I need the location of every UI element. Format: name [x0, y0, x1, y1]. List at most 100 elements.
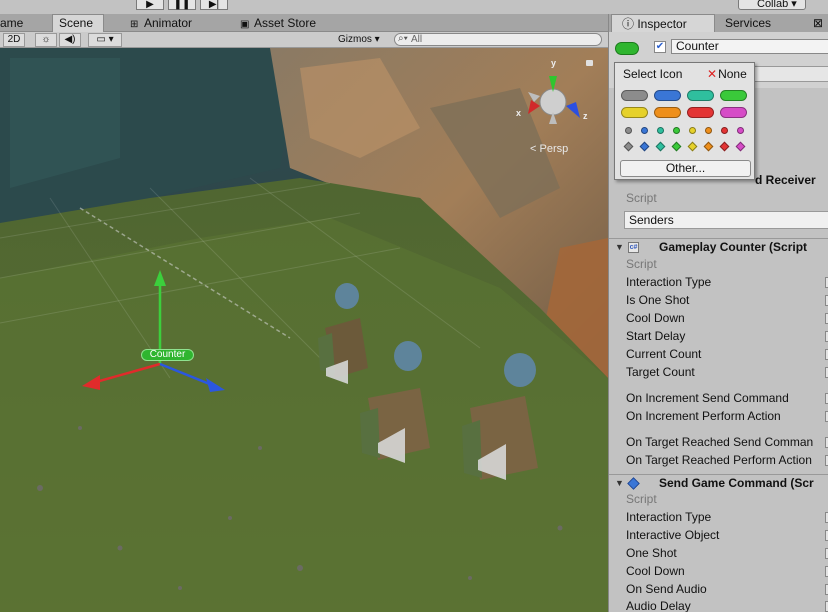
- tab-game[interactable]: ame: [0, 15, 29, 32]
- scene-viewport[interactable]: y x z < Persp Counter: [0, 48, 608, 612]
- tab-scene[interactable]: Scene: [52, 14, 104, 32]
- effects-dropdown[interactable]: ▭ ▾: [88, 33, 122, 47]
- mode-2d-button[interactable]: 2D: [3, 33, 25, 47]
- diamond-icon-option[interactable]: [623, 141, 634, 152]
- object-name-value: Counter: [676, 39, 719, 53]
- sun-icon: ☼: [41, 34, 51, 45]
- collab-button[interactable]: Collab ▾: [738, 0, 806, 10]
- inspector-tabbar: ⓘ Inspector Services ⊠: [609, 14, 828, 32]
- label-color-swatch[interactable]: [621, 90, 648, 101]
- tab-services[interactable]: Services: [715, 14, 771, 32]
- tab-animator[interactable]: ⊞ Animator: [124, 15, 198, 32]
- tab-asset-store[interactable]: ▣ Asset Store: [234, 15, 322, 32]
- play-toolbar: ▶ ❚❚ ▶| Collab ▾: [0, 0, 828, 14]
- dot-icon-option[interactable]: [625, 127, 632, 134]
- send-game-command-header[interactable]: ▼ Send Game Command (Scr: [609, 474, 828, 492]
- diamond-icon-option[interactable]: [655, 141, 666, 152]
- senders-field[interactable]: Senders: [624, 211, 828, 229]
- projection-label: Persp: [539, 143, 569, 155]
- object-name-field[interactable]: Counter: [671, 39, 828, 54]
- selected-object-label[interactable]: Counter: [141, 349, 194, 361]
- dot-icon-option[interactable]: [657, 127, 664, 134]
- send-game-command-title: Send Game Command (Scr: [659, 476, 814, 490]
- tab-asset-store-label: Asset Store: [254, 16, 317, 30]
- diamond-icon-option[interactable]: [703, 141, 714, 152]
- collab-label: Collab: [757, 0, 789, 10]
- info-icon: ⓘ: [622, 17, 638, 31]
- pause-button[interactable]: ❚❚: [168, 0, 196, 10]
- view-axis-x-label: x: [516, 108, 522, 118]
- active-checkbox[interactable]: ✔: [654, 41, 666, 53]
- none-label: None: [718, 67, 747, 81]
- field-label: Cool Down: [626, 564, 685, 578]
- label-color-swatch[interactable]: [654, 90, 681, 101]
- field-label: Interaction Type: [626, 275, 712, 289]
- play-icon: ▶: [146, 0, 154, 10]
- dot-icon-option[interactable]: [641, 127, 648, 134]
- scene-toolbar: 2D ☼ ◀) ▭ ▾ Gizmos ▾ ⌕▾ All: [0, 32, 608, 48]
- selected-object-name: Counter: [149, 349, 186, 360]
- diamond-icon-option[interactable]: [719, 141, 730, 152]
- senders-label: Senders: [629, 213, 674, 227]
- scene-search-input[interactable]: ⌕▾ All: [394, 33, 602, 46]
- field-label: On Target Reached Send Comman: [626, 435, 814, 449]
- diamond-icon-option[interactable]: [671, 141, 682, 152]
- other-icon-button[interactable]: Other...: [620, 160, 751, 177]
- select-icon-popup: Select Icon ✕None Other...: [614, 62, 755, 180]
- label-color-swatch[interactable]: [621, 107, 648, 118]
- projection-toggle[interactable]: < Persp: [530, 143, 568, 155]
- gameplay-counter-title: Gameplay Counter (Script: [659, 240, 808, 254]
- unity-editor: ▶ ❚❚ ▶| Collab ▾ ame Scene ⊞ Animator ▣ As…: [0, 0, 828, 612]
- field-label: Start Delay: [626, 329, 686, 343]
- foldout-arrow-icon[interactable]: ▼: [615, 239, 624, 256]
- tab-inspector[interactable]: ⓘ Inspector: [611, 14, 715, 32]
- dot-icon-option[interactable]: [673, 127, 680, 134]
- other-label: Other...: [665, 161, 706, 175]
- gameplay-counter-header[interactable]: ▼ c# Gameplay Counter (Script: [609, 238, 828, 256]
- diamond-icon-option[interactable]: [687, 141, 698, 152]
- dot-icon-option[interactable]: [689, 127, 696, 134]
- label-color-swatch[interactable]: [687, 90, 714, 101]
- receiver-script-label: Script: [626, 191, 657, 205]
- layer-dropdown[interactable]: [743, 66, 828, 82]
- object-icon-button[interactable]: [615, 42, 639, 55]
- tab-inspector-label: Inspector: [637, 17, 687, 31]
- search-icon: ⌕▾: [398, 33, 408, 44]
- label-color-swatch[interactable]: [687, 107, 714, 118]
- tab-animator-label: Animator: [144, 16, 193, 30]
- field-label: Is One Shot: [626, 293, 690, 307]
- gizmos-dropdown[interactable]: Gizmos ▾: [334, 33, 384, 47]
- lighting-toggle[interactable]: ☼: [35, 33, 57, 47]
- diamond-icon-option[interactable]: [735, 141, 746, 152]
- receiver-title: d Receiver: [755, 173, 816, 187]
- close-icon: ✕: [707, 67, 718, 81]
- label-color-swatch[interactable]: [720, 90, 747, 101]
- field-label: Cool Down: [626, 311, 685, 325]
- animator-icon: ⊞: [130, 19, 139, 30]
- step-button[interactable]: ▶|: [200, 0, 228, 10]
- dot-icon-option[interactable]: [721, 127, 728, 134]
- dot-icon-option[interactable]: [705, 127, 712, 134]
- none-option[interactable]: ✕None: [707, 67, 747, 81]
- editor-tabbar: ame Scene ⊞ Animator ▣ Asset Store: [0, 14, 608, 32]
- field-label: Interactive Object: [626, 528, 720, 542]
- search-placeholder: All: [411, 34, 423, 45]
- popup-title: Select Icon: [623, 67, 683, 81]
- label-color-swatch[interactable]: [654, 107, 681, 118]
- audio-toggle[interactable]: ◀): [59, 33, 81, 47]
- diamond-icon: [627, 477, 640, 490]
- pause-icon: ❚❚: [173, 0, 191, 10]
- gizmos-label: Gizmos: [338, 34, 372, 45]
- field-label: Script: [626, 492, 657, 506]
- mode-2d-label: 2D: [7, 34, 21, 45]
- field-label: Target Count: [626, 365, 695, 379]
- diamond-icon-option[interactable]: [639, 141, 650, 152]
- play-button[interactable]: ▶: [136, 0, 164, 10]
- field-label: On Target Reached Perform Action: [626, 453, 812, 467]
- view-axis-z-label: z: [583, 111, 588, 121]
- foldout-arrow-icon[interactable]: ▼: [615, 475, 624, 492]
- view-axis-y-label: y: [551, 58, 557, 68]
- label-color-swatch[interactable]: [720, 107, 747, 118]
- dot-icon-option[interactable]: [737, 127, 744, 134]
- panel-menu[interactable]: ⊠: [803, 14, 823, 32]
